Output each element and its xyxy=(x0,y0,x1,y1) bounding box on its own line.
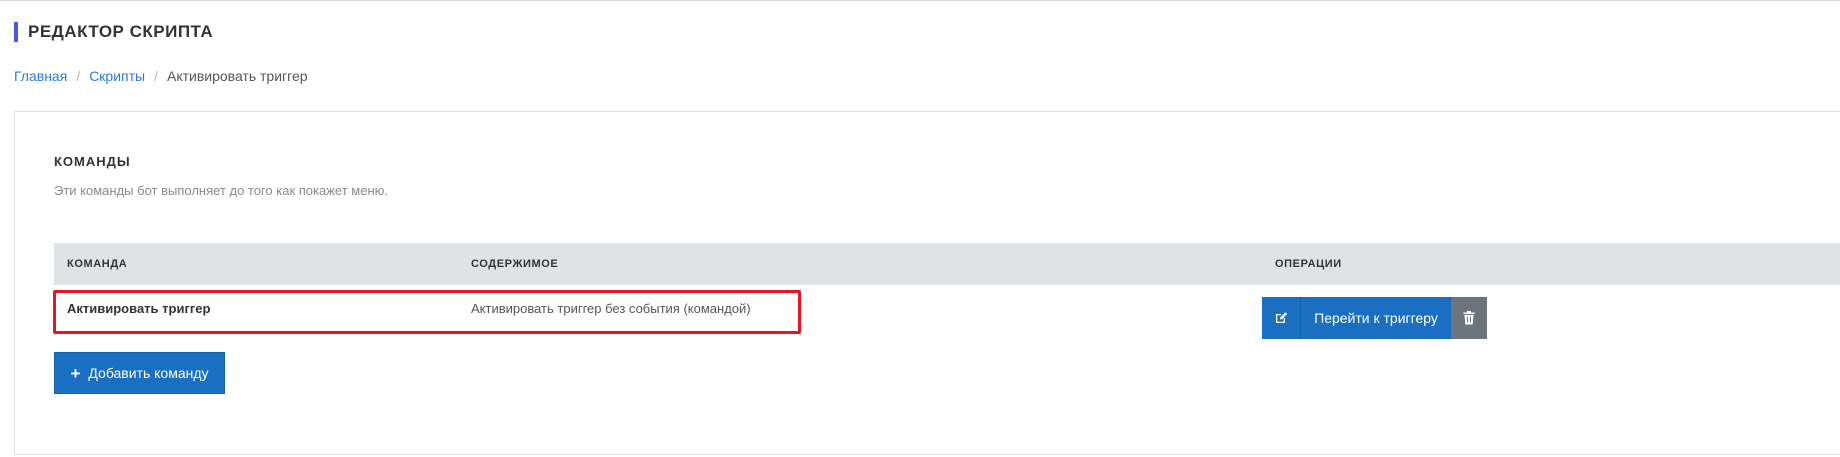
delete-button[interactable] xyxy=(1451,297,1487,339)
commands-table-header: КОМАНДА СОДЕРЖИМОЕ ОПЕРАЦИИ xyxy=(54,243,1840,285)
breadcrumb-home-link[interactable]: Главная xyxy=(14,67,67,85)
page-title: РЕДАКТОР СКРИПТА xyxy=(14,22,213,42)
add-command-button[interactable]: + Добавить команду xyxy=(54,352,225,394)
row-highlight-box xyxy=(53,290,801,334)
column-header-operations: ОПЕРАЦИИ xyxy=(1275,258,1342,270)
column-header-command: КОМАНДА xyxy=(67,258,128,270)
commands-section-title: КОМАНДЫ xyxy=(54,154,131,169)
edit-icon xyxy=(1274,311,1288,325)
commands-section-description: Эти команды бот выполняет до того как по… xyxy=(54,183,388,198)
edit-button[interactable] xyxy=(1262,297,1301,339)
operations-button-group: Перейти к триггеру xyxy=(1262,297,1487,339)
trash-icon xyxy=(1463,311,1475,325)
plus-icon: + xyxy=(70,363,81,383)
breadcrumb-separator: / xyxy=(154,68,158,84)
breadcrumb-scripts-link[interactable]: Скрипты xyxy=(89,67,145,85)
add-command-label: Добавить команду xyxy=(88,365,209,381)
breadcrumb: Главная / Скрипты / Активировать триггер xyxy=(14,67,308,85)
go-to-trigger-button[interactable]: Перейти к триггеру xyxy=(1301,297,1451,339)
breadcrumb-separator: / xyxy=(76,68,81,84)
top-border xyxy=(0,0,1840,1)
breadcrumb-current: Активировать триггер xyxy=(166,68,308,84)
column-header-content: СОДЕРЖИМОЕ xyxy=(471,258,559,270)
